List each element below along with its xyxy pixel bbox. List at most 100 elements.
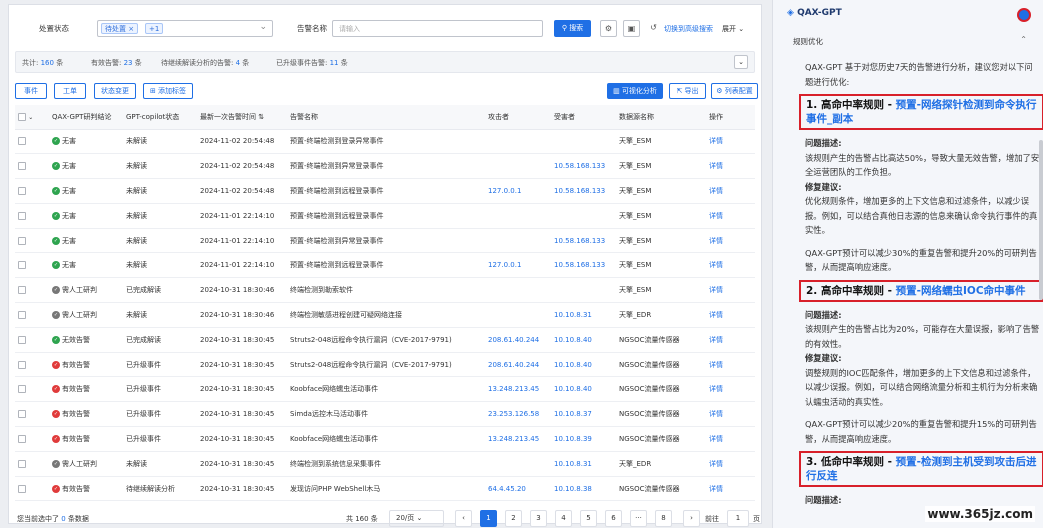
row-checkbox[interactable] — [18, 385, 26, 394]
victim-ip[interactable]: 10.10.8.40 — [551, 376, 616, 403]
table-row[interactable]: ✓ 有效告警 已升级事件 2024-10-31 18:30:45 Koobface网络蠕… — [15, 426, 755, 452]
row-checkbox[interactable] — [18, 162, 26, 171]
row-checkbox[interactable] — [18, 236, 26, 245]
table-row[interactable]: ✓ 需人工研判 未解读 2024-10-31 18:30:46 终端检测敏感进程创建可疑… — [15, 302, 755, 328]
table-row[interactable]: ✓ 有效告警 待继续解读分析 2024-10-31 18:30:45 发现访问PHP W… — [15, 476, 755, 502]
goto-input[interactable]: 1 — [727, 510, 749, 527]
row-checkbox[interactable] — [18, 360, 26, 369]
victim-ip[interactable]: 10.10.8.40 — [551, 352, 616, 378]
scrollbar[interactable] — [1039, 140, 1043, 300]
victim-ip[interactable] — [551, 277, 616, 304]
attacker-ip[interactable]: 13.248.213.45 — [485, 376, 551, 403]
attacker-ip[interactable]: 127.0.0.1 — [485, 178, 551, 204]
collapse-icon[interactable]: ⌄ — [734, 55, 748, 69]
chat-icon[interactable] — [1017, 8, 1031, 22]
attacker-ip[interactable] — [485, 277, 551, 304]
attacker-ip[interactable] — [485, 203, 551, 229]
page-button[interactable]: 5 — [580, 510, 597, 527]
rule-link-2[interactable]: 预置-网络蠕虫IOC命中事件 — [896, 285, 1026, 297]
page-button[interactable]: ··· — [630, 510, 647, 527]
table-row[interactable]: ✓ 需人工研判 已完成解读 2024-10-31 18:30:46 终端检测到勒索软件 天… — [15, 277, 755, 304]
victim-ip[interactable]: 10.10.8.38 — [551, 476, 616, 502]
victim-ip[interactable]: 10.58.168.133 — [551, 228, 616, 254]
detail-link[interactable]: 详情 — [706, 376, 755, 403]
attacker-ip[interactable] — [485, 451, 551, 477]
detail-link[interactable]: 详情 — [706, 153, 755, 180]
table-row[interactable]: ✓ 有效告警 已升级事件 2024-10-31 18:30:45 Struts2-048… — [15, 352, 755, 378]
detail-link[interactable]: 详情 — [706, 277, 755, 304]
row-checkbox[interactable] — [18, 310, 26, 319]
victim-ip[interactable]: 10.10.8.31 — [551, 451, 616, 477]
row-checkbox[interactable] — [18, 286, 26, 295]
detail-link[interactable]: 详情 — [706, 228, 755, 254]
attacker-ip[interactable]: 13.248.213.45 — [485, 426, 551, 452]
attacker-ip[interactable] — [485, 153, 551, 180]
alert-name-input[interactable]: 请输入 — [332, 20, 543, 37]
save-icon[interactable]: ▣ — [623, 20, 640, 37]
row-checkbox[interactable] — [18, 484, 26, 493]
expand-toggle[interactable]: 展开 ⌄ — [722, 24, 744, 34]
victim-ip[interactable]: 10.58.168.133 — [551, 252, 616, 279]
row-checkbox[interactable] — [18, 261, 26, 270]
attacker-ip[interactable] — [485, 228, 551, 254]
detail-link[interactable]: 详情 — [706, 426, 755, 452]
detail-link[interactable]: 详情 — [706, 129, 755, 155]
reset-icon[interactable]: ↺ — [645, 20, 662, 37]
status-tag[interactable]: 待处置 × — [101, 23, 139, 34]
row-checkbox[interactable] — [18, 137, 26, 146]
ticket-button[interactable]: 工单 — [54, 83, 86, 99]
add-tag-button[interactable]: ⊞ 添加标签 — [143, 83, 193, 99]
select-all-checkbox[interactable] — [18, 112, 26, 121]
attacker-ip[interactable]: 208.61.40.244 — [485, 352, 551, 378]
table-row[interactable]: ✓ 无害 未解读 2024-11-02 20:54:48 预置-终端检测到远程登录事件 1… — [15, 178, 755, 204]
table-row[interactable]: ✓ 无害 未解读 2024-11-01 22:14:10 预置-终端检测到远程登录事件 天… — [15, 203, 755, 229]
row-checkbox[interactable] — [18, 434, 26, 443]
detail-link[interactable]: 详情 — [706, 327, 755, 353]
page-button[interactable]: 6 — [605, 510, 622, 527]
row-checkbox[interactable] — [18, 186, 26, 195]
detail-link[interactable]: 详情 — [706, 178, 755, 204]
page-button[interactable]: 4 — [555, 510, 572, 527]
advanced-search-link[interactable]: 切换到高级搜索 — [664, 24, 713, 34]
change-status-button[interactable]: 状态变更 — [94, 83, 136, 99]
chevron-up-icon[interactable]: ⌃ — [1020, 35, 1027, 44]
page-button[interactable]: 2 — [505, 510, 522, 527]
search-button[interactable]: ⚲ 搜索 — [554, 20, 591, 37]
victim-ip[interactable] — [551, 129, 616, 155]
row-checkbox[interactable] — [18, 459, 26, 468]
prev-page-button[interactable]: ‹ — [455, 510, 472, 527]
settings-icon[interactable]: ⚙ — [600, 20, 617, 37]
detail-link[interactable]: 详情 — [706, 252, 755, 279]
victim-ip[interactable] — [551, 203, 616, 229]
attacker-ip[interactable]: 208.61.40.244 — [485, 327, 551, 353]
detail-link[interactable]: 详情 — [706, 302, 755, 328]
visual-analysis-button[interactable]: ▥ 可视化分析 — [607, 83, 663, 99]
table-row[interactable]: ✓ 无害 未解读 2024-11-02 20:54:48 预置-终端检测到登录异常事件 天… — [15, 129, 755, 155]
status-filter-select[interactable]: 待处置 × +1 ⌄ — [97, 20, 273, 37]
detail-link[interactable]: 详情 — [706, 476, 755, 502]
victim-ip[interactable]: 10.10.8.37 — [551, 401, 616, 428]
victim-ip[interactable]: 10.10.8.31 — [551, 302, 616, 328]
page-button[interactable]: 1 — [480, 510, 497, 527]
table-row[interactable]: ✓ 无害 未解读 2024-11-02 20:54:48 预置-终端检测到异常登录事件 1… — [15, 153, 755, 180]
export-button[interactable]: ⇱ 导出 — [669, 83, 706, 99]
attacker-ip[interactable] — [485, 129, 551, 155]
row-checkbox[interactable] — [18, 211, 26, 220]
attacker-ip[interactable]: 127.0.0.1 — [485, 252, 551, 279]
victim-ip[interactable]: 10.10.8.39 — [551, 426, 616, 452]
event-button[interactable]: 事件 — [15, 83, 47, 99]
attacker-ip[interactable]: 23.253.126.58 — [485, 401, 551, 428]
detail-link[interactable]: 详情 — [706, 352, 755, 378]
table-row[interactable]: ✓ 有效告警 已升级事件 2024-10-31 18:30:45 Koobface网络蠕… — [15, 376, 755, 403]
page-size-select[interactable]: 20/页 ⌄ — [389, 510, 444, 527]
next-page-button[interactable]: › — [683, 510, 700, 527]
table-row[interactable]: ✓ 需人工研判 未解读 2024-10-31 18:30:45 终端检测到系统信息采集事… — [15, 451, 755, 477]
attacker-ip[interactable] — [485, 302, 551, 328]
detail-link[interactable]: 详情 — [706, 451, 755, 477]
page-button[interactable]: 8 — [655, 510, 672, 527]
victim-ip[interactable]: 10.58.168.133 — [551, 178, 616, 204]
row-checkbox[interactable] — [18, 335, 26, 344]
table-row[interactable]: ✓ 无害 未解读 2024-11-01 22:14:10 预置-终端检测到远程登录事件 1… — [15, 252, 755, 279]
table-row[interactable]: ✓ 有效告警 已升级事件 2024-10-31 18:30:45 Simda远控木马活动… — [15, 401, 755, 428]
list-config-button[interactable]: ⚙ 列表配置 — [711, 83, 758, 99]
